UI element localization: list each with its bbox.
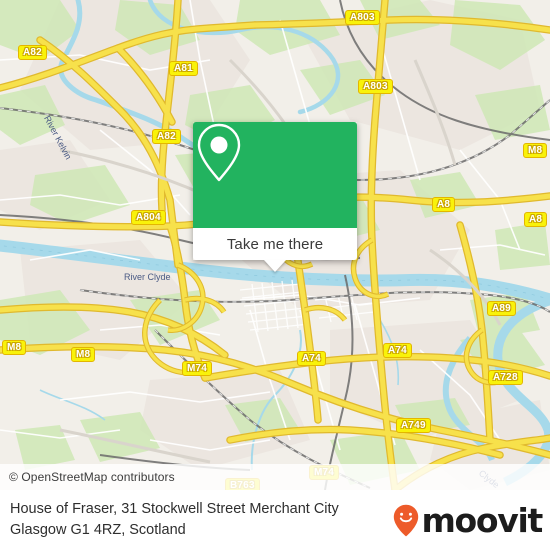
road-shield: A803: [345, 10, 380, 25]
road-shield: M74: [182, 361, 213, 376]
screenshot-frame: A803 A82 A81 A803 A82 M8 A804 A8 A8 M8 M…: [0, 0, 550, 550]
road-shield: A74: [297, 351, 326, 366]
road-shield: A728: [488, 370, 523, 385]
road-shield: A74: [383, 343, 412, 358]
road-shield: A749: [396, 418, 431, 433]
map-canvas[interactable]: A803 A82 A81 A803 A82 M8 A804 A8 A8 M8 M…: [0, 0, 550, 490]
address-line-1: House of Fraser, 31 Stockwell Street Mer…: [10, 501, 339, 517]
take-me-there-card[interactable]: Take me there: [193, 122, 357, 272]
road-shield: A8: [432, 197, 456, 212]
map-pin-icon: [197, 123, 241, 182]
road-shield: A803: [358, 79, 393, 94]
water-label: River Clyde: [124, 272, 171, 282]
road-shield: A82: [18, 45, 47, 60]
take-me-there-label: Take me there: [226, 235, 324, 253]
moovit-smile-pin-icon: [394, 504, 419, 536]
osm-attribution-text[interactable]: © OpenStreetMap contributors: [0, 470, 175, 484]
moovit-logo[interactable]: moovit: [393, 504, 550, 537]
road-shield: M8: [2, 340, 27, 355]
road-shield: A89: [487, 301, 516, 316]
footer-bar: House of Fraser, 31 Stockwell Street Mer…: [0, 490, 550, 550]
card-action-area[interactable]: Take me there: [193, 228, 357, 260]
road-shield: A82: [152, 129, 181, 144]
address-line-2: Glasgow G1 4RZ, Scotland: [10, 522, 186, 538]
address-block: House of Fraser, 31 Stockwell Street Mer…: [0, 499, 393, 541]
road-shield: A804: [131, 210, 166, 225]
card-pointer: [264, 260, 286, 272]
road-shield: A8: [524, 212, 548, 227]
road-shield: A81: [169, 61, 198, 76]
moovit-wordmark: moovit: [421, 500, 543, 540]
map-attribution-bar: © OpenStreetMap contributors: [0, 464, 550, 490]
road-shield: M8: [523, 143, 548, 158]
card-icon-area: [193, 122, 357, 228]
road-shield: M8: [71, 347, 96, 362]
